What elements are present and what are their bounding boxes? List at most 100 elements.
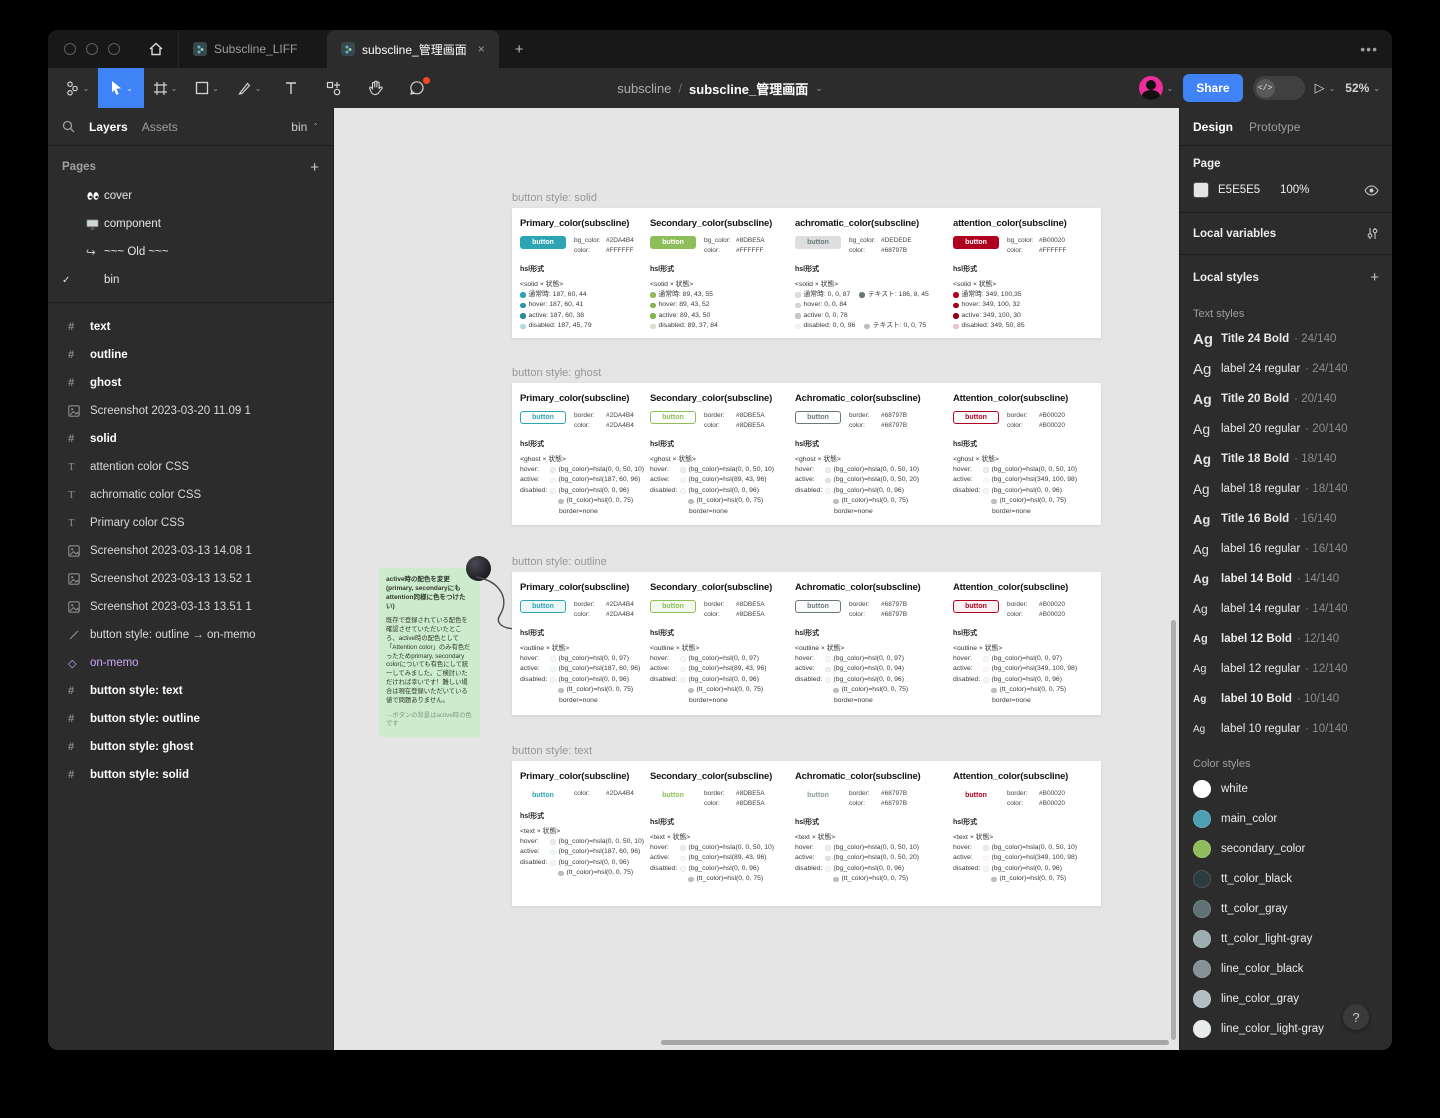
text-style-item[interactable]: Ag label 16 regular · 16/140	[1180, 534, 1392, 564]
color-style-item[interactable]: tt_color_light-gray	[1180, 924, 1392, 954]
text-style-item[interactable]: Ag label 12 regular · 12/140	[1180, 654, 1392, 684]
artboard-solid[interactable]: Primary_color(subscline) button bg_color: #…	[512, 208, 1101, 338]
button-preview[interactable]: button	[520, 236, 566, 249]
text-style-item[interactable]: Ag label 10 regular · 10/140	[1180, 714, 1392, 744]
current-page-indicator[interactable]: bin ⌃	[291, 120, 319, 134]
move-tool-button[interactable]: ⌄	[98, 68, 144, 108]
canvas[interactable]: active時の配色を変更 (primary, secondaryにも atte…	[334, 108, 1179, 1050]
page-color-opacity[interactable]: 100%	[1280, 184, 1309, 196]
tab-design[interactable]: Design	[1193, 120, 1233, 134]
text-style-item[interactable]: Ag label 14 Bold · 14/140	[1180, 564, 1392, 594]
layer-item[interactable]: # ghost	[48, 369, 333, 397]
color-style-item[interactable]: line_color_black	[1180, 954, 1392, 984]
button-preview[interactable]: button	[953, 600, 999, 613]
maximize-window-icon[interactable]	[108, 43, 120, 55]
color-style-item[interactable]: main_color	[1180, 804, 1392, 834]
layer-item[interactable]: # button style: solid	[48, 761, 333, 789]
color-style-item[interactable]: secondary_color	[1180, 834, 1392, 864]
layer-item[interactable]: # solid	[48, 425, 333, 453]
add-page-button[interactable]: +	[310, 159, 319, 176]
text-style-item[interactable]: Ag label 12 Bold · 12/140	[1180, 624, 1392, 654]
button-preview[interactable]: button	[650, 236, 696, 249]
minimize-window-icon[interactable]	[86, 43, 98, 55]
button-preview[interactable]: button	[650, 411, 696, 424]
layer-item[interactable]: ◇ on-memo	[48, 649, 333, 677]
file-tab[interactable]: Subscline_LIFF	[178, 30, 327, 68]
frame-label[interactable]: button style: ghost	[512, 367, 601, 379]
text-style-item[interactable]: Ag Title 24 Bold · 24/140	[1180, 324, 1392, 354]
button-preview[interactable]: button	[953, 789, 999, 802]
page-item-component[interactable]: component	[48, 210, 333, 238]
search-icon[interactable]	[62, 120, 75, 133]
breadcrumb-project[interactable]: subscline	[617, 81, 671, 96]
frame-label[interactable]: button style: text	[512, 745, 592, 757]
layer-item[interactable]: Tattention color CSS	[48, 453, 333, 481]
layer-item[interactable]: Tachromatic color CSS	[48, 481, 333, 509]
layer-item[interactable]: # button style: ghost	[48, 733, 333, 761]
sticky-note-comment[interactable]: active時の配色を変更 (primary, secondaryにも atte…	[379, 556, 491, 738]
add-style-button[interactable]: +	[1370, 269, 1379, 286]
close-tab-icon[interactable]: ×	[478, 42, 485, 56]
button-preview[interactable]: button	[795, 600, 841, 613]
account-menu[interactable]: ⌄	[1138, 76, 1173, 100]
page-color-hex[interactable]: E5E5E5	[1218, 184, 1280, 196]
text-style-item[interactable]: Ag label 20 regular · 20/140	[1180, 414, 1392, 444]
text-style-item[interactable]: Ag label 18 regular · 18/140	[1180, 474, 1392, 504]
color-style-item[interactable]: white	[1180, 774, 1392, 804]
shape-tool-button[interactable]: ⌄	[186, 68, 228, 108]
layer-item[interactable]: Screenshot 2023-03-20 11.09 1	[48, 397, 333, 425]
resources-tool-button[interactable]	[312, 68, 354, 108]
layer-item[interactable]: button style: outline → on-memo	[48, 621, 333, 649]
button-preview[interactable]: button	[650, 789, 696, 802]
button-preview[interactable]: button	[650, 600, 696, 613]
pen-tool-button[interactable]: ⌄	[228, 68, 270, 108]
text-tool-button[interactable]	[270, 68, 312, 108]
file-tab[interactable]: subscline_管理画面 ×	[327, 30, 499, 68]
button-preview[interactable]: button	[953, 411, 999, 424]
frame-label[interactable]: button style: outline	[512, 556, 607, 568]
visibility-toggle[interactable]	[1364, 184, 1379, 196]
text-style-item[interactable]: Ag label 14 regular · 14/140	[1180, 594, 1392, 624]
layer-item[interactable]: # button style: text	[48, 677, 333, 705]
hand-tool-button[interactable]	[354, 68, 396, 108]
page-item--old-[interactable]: ↪ ~~~ Old ~~~	[48, 238, 333, 266]
artboard-ghost[interactable]: Primary_color(subscline) button border: #2D…	[512, 383, 1101, 525]
tab-prototype[interactable]: Prototype	[1249, 120, 1300, 134]
text-style-item[interactable]: Ag label 24 regular · 24/140	[1180, 354, 1392, 384]
page-item-cover[interactable]: cover	[48, 182, 333, 210]
page-color-swatch[interactable]	[1193, 182, 1209, 198]
variables-settings-button[interactable]	[1366, 227, 1379, 240]
layer-item[interactable]: # text	[48, 313, 333, 341]
page-item-bin[interactable]: ✓ bin	[48, 266, 333, 294]
dev-mode-toggle[interactable]: </>	[1252, 76, 1305, 100]
text-style-item[interactable]: Ag Title 20 Bold · 20/140	[1180, 384, 1392, 414]
artboard-text[interactable]: Primary_color(subscline) button color: #2DA…	[512, 761, 1101, 906]
help-button[interactable]: ?	[1343, 1004, 1369, 1030]
button-preview[interactable]: button	[953, 236, 999, 249]
home-button[interactable]	[134, 30, 178, 68]
chevron-down-icon[interactable]: ⌄	[815, 83, 823, 94]
layer-item[interactable]: Screenshot 2023-03-13 14.08 1	[48, 537, 333, 565]
present-button[interactable]: ▷ ⌄	[1315, 80, 1336, 96]
button-preview[interactable]: button	[795, 411, 841, 424]
window-menu-icon[interactable]: •••	[1360, 30, 1378, 68]
color-style-item[interactable]: tt_color_black	[1180, 864, 1392, 894]
button-preview[interactable]: button	[520, 600, 566, 613]
layer-item[interactable]: Screenshot 2023-03-13 13.51 1	[48, 593, 333, 621]
artboard-outline[interactable]: Primary_color(subscline) button border: #2D…	[512, 572, 1101, 715]
button-preview[interactable]: button	[795, 789, 841, 802]
vertical-scrollbar[interactable]	[1171, 620, 1176, 1040]
main-menu-button[interactable]: ⌄	[56, 68, 98, 108]
layer-item[interactable]: T Primary color CSS	[48, 509, 333, 537]
close-window-icon[interactable]	[64, 43, 76, 55]
comment-tool-button[interactable]	[396, 68, 438, 108]
frame-tool-button[interactable]: ⌄	[144, 68, 186, 108]
share-button[interactable]: Share	[1183, 74, 1243, 102]
button-preview[interactable]: button	[795, 236, 841, 249]
layer-item[interactable]: # button style: outline	[48, 705, 333, 733]
breadcrumb-file-name[interactable]: subscline_管理画面	[689, 79, 808, 98]
zoom-menu[interactable]: 52% ⌄	[1345, 81, 1380, 95]
horizontal-scrollbar[interactable]	[661, 1040, 1169, 1045]
new-tab-button[interactable]: +	[499, 30, 540, 68]
frame-label[interactable]: button style: solid	[512, 192, 597, 204]
